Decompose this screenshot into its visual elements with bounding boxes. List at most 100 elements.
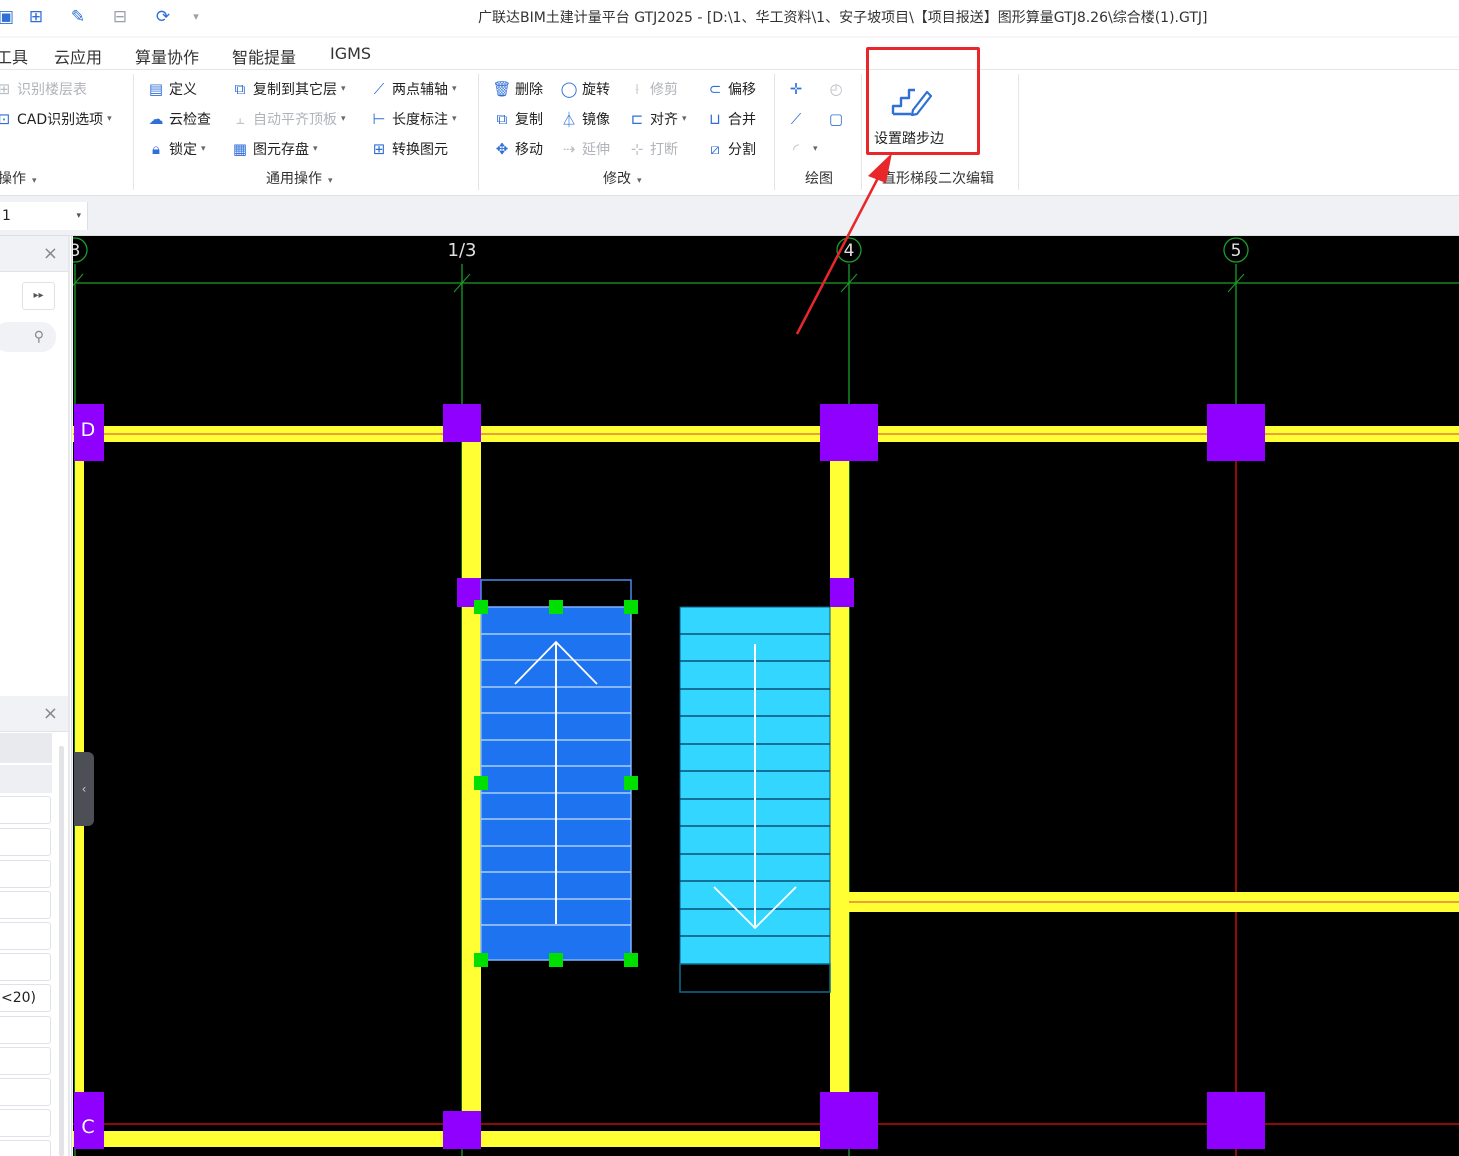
delete-label: 删除 [515, 82, 543, 98]
ribbon-divider [133, 74, 134, 190]
general-group-label[interactable]: 通用操作 ▾ [266, 168, 333, 188]
axis-label-4: 4 [844, 241, 855, 261]
trim-button[interactable]: ⟊ 修剪 [627, 77, 678, 101]
two-point-axis-button[interactable]: ⟋ 两点辅轴 ▾ [369, 77, 457, 101]
ruler-icon[interactable]: ⊟ [108, 6, 132, 28]
cloud-check-button[interactable]: ☁ 云检查 [146, 107, 212, 131]
stair-flight-up-selected[interactable] [480, 579, 632, 961]
point-draw-button[interactable]: ✛ [786, 77, 809, 101]
auto-align-slab-button[interactable]: ⫠ 自动平齐顶板 ▾ [230, 107, 345, 131]
column[interactable] [820, 1092, 878, 1149]
search-box[interactable]: ⚲ [0, 322, 56, 352]
property-field[interactable] [0, 891, 51, 919]
column[interactable] [830, 578, 854, 607]
axis-bubble-4: 4 [836, 237, 862, 263]
chevron-left-icon: ‹ [81, 782, 87, 796]
column[interactable] [443, 404, 481, 442]
save-icon[interactable]: ▣ [0, 6, 18, 28]
auto-align-slab-label: 自动平齐顶板 [253, 112, 337, 128]
mirror-button[interactable]: ⏃ 镜像 [559, 107, 610, 131]
collapse-panel-handle[interactable]: ‹ [74, 752, 94, 826]
tab-cloud-apps[interactable]: 云应用 [54, 44, 102, 68]
arc-point-button[interactable]: ◴ [826, 77, 849, 101]
line-icon: ⟋ [790, 110, 802, 128]
property-field[interactable] [0, 1016, 51, 1044]
ops-group-label[interactable]: 操作 ▾ [0, 168, 37, 188]
convert-element-button[interactable]: ⊞ 转换图元 [369, 137, 448, 161]
copy-button[interactable]: ⧉ 复制 [492, 107, 543, 131]
element-store-button[interactable]: ▦ 图元存盘 ▾ [230, 137, 318, 161]
close-icon[interactable]: × [43, 703, 58, 724]
define-button[interactable]: ▤ 定义 [146, 77, 197, 101]
line-draw-button[interactable]: ⟋ [786, 107, 809, 131]
property-field[interactable] [0, 1109, 51, 1137]
lock-button[interactable]: 🔒︎ 锁定 ▾ [146, 137, 206, 161]
move-button[interactable]: ✥ 移动 [492, 137, 543, 161]
close-icon[interactable]: × [43, 243, 58, 264]
column[interactable] [1207, 404, 1265, 461]
split-button[interactable]: ⧄ 分割 [705, 137, 756, 161]
sync-icon[interactable]: ⟳ [151, 6, 175, 28]
axis-bubble-1-3: 1/3 [448, 240, 477, 261]
property-field[interactable] [0, 1140, 51, 1156]
property-field-value[interactable]: <20) [0, 984, 51, 1012]
ribbon-divider [1018, 74, 1019, 190]
align-button[interactable]: ⊏ 对齐 ▾ [627, 107, 687, 131]
stair-flight-down[interactable] [679, 606, 831, 993]
properties-scrollbar[interactable] [59, 746, 64, 1156]
disk-icon: ▦ [232, 140, 248, 158]
copy-to-floor-button[interactable]: ⧉ 复制到其它层 ▾ [230, 77, 346, 101]
property-field[interactable] [0, 860, 51, 888]
ribbon-toolbar: ⊞ 识别楼层表 ⊡ CAD识别选项 ▾ 操作 ▾ ▤ 定义 ☁ 云检查 🔒︎ 锁定 ▾ ⧉ 复制到… [0, 70, 1459, 196]
merge-button[interactable]: ⊔ 合并 [705, 107, 756, 131]
wall-4[interactable] [830, 442, 849, 1132]
tab-smart-extract[interactable]: 智能提量 [232, 44, 296, 68]
arc-draw-button[interactable]: ◜ ▾ [786, 137, 817, 161]
column[interactable] [820, 404, 878, 461]
cloud-check-icon: ☁ [148, 110, 164, 128]
delete-button[interactable]: 🗑︎ 删除 [492, 77, 543, 101]
break-button[interactable]: ⊹ 打断 [627, 137, 678, 161]
axis-bubble-3: 3 [73, 237, 88, 263]
cad-options-button[interactable]: ⊡ CAD识别选项 ▾ [0, 107, 112, 131]
tab-collaboration[interactable]: 算量协作 [135, 44, 199, 68]
length-mark-button[interactable]: ⊢ 长度标注 ▾ [369, 107, 456, 131]
modify-group-label[interactable]: 修改 ▾ [603, 168, 642, 188]
customize-dropdown-icon[interactable]: ▾ [184, 6, 208, 28]
stairs-edit-icon [891, 88, 933, 117]
edit-icon[interactable]: ✎ [66, 6, 90, 28]
property-field[interactable] [0, 828, 51, 856]
title-bar: ▣ ⊞ ✎ ⊟ ⟳ ▾ 广联达BIM土建计量平台 GTJ2025 - [D:\1… [0, 0, 1459, 36]
tab-igms[interactable]: IGMS [330, 44, 371, 63]
merge-icon: ⊔ [709, 110, 721, 128]
offset-button[interactable]: ⊂ 偏移 [705, 77, 756, 101]
rect-draw-button[interactable]: ▢ [826, 107, 849, 131]
floor-plan-svg[interactable]: 3 1/3 4 5 D C [73, 236, 1459, 1156]
drawing-canvas[interactable]: 3 1/3 4 5 D C [73, 236, 1459, 1156]
extend-button[interactable]: ⇢ 延伸 [559, 137, 610, 161]
tab-tools[interactable]: 工具 [0, 44, 28, 68]
column[interactable] [443, 1111, 481, 1149]
property-field[interactable] [0, 796, 51, 824]
property-field[interactable] [0, 1047, 51, 1075]
property-field[interactable] [0, 922, 51, 950]
offset-icon: ⊂ [708, 80, 722, 98]
chevron-down-icon: ▾ [637, 176, 642, 186]
draw-group-label: 绘图 [805, 171, 833, 187]
layout-icon[interactable]: ⊞ [24, 6, 48, 28]
set-step-edge-button[interactable]: 设置踏步边 [869, 76, 977, 148]
rotate-button[interactable]: ◯ 旋转 [559, 77, 610, 101]
expand-button[interactable]: ▸▸ [22, 282, 55, 310]
identify-floor-table-button[interactable]: ⊞ 识别楼层表 [0, 77, 87, 101]
chevron-down-icon: ▾ [341, 84, 346, 94]
arc-icon: ◜ [793, 140, 799, 158]
column[interactable] [1207, 1092, 1265, 1149]
property-field[interactable] [0, 953, 51, 981]
floor-select[interactable]: 1 ▾ [0, 202, 88, 230]
point-icon: ✛ [789, 80, 803, 98]
search-icon: ⚲ [33, 329, 44, 345]
floor-bar: 1 ▾ [0, 196, 1459, 236]
chevron-down-icon: ▾ [328, 176, 333, 186]
property-field[interactable] [0, 1078, 51, 1106]
extend-label: 延伸 [582, 142, 610, 158]
